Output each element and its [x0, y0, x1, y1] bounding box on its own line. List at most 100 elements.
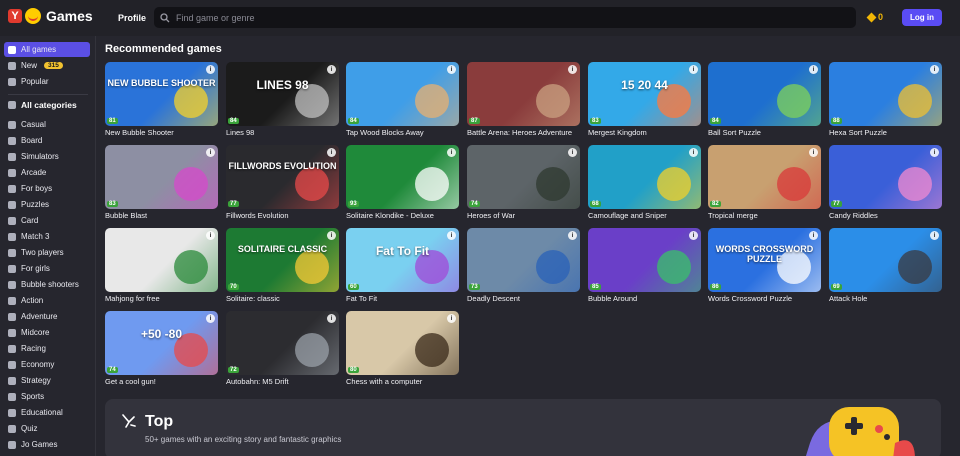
game-card[interactable]: 77 i Candy Riddles — [829, 145, 942, 220]
game-title[interactable]: Get a cool gun! — [105, 377, 218, 386]
sidebar-item-economy[interactable]: Economy — [4, 357, 90, 372]
sidebar-item-new[interactable]: New 315 — [4, 58, 90, 73]
game-thumbnail[interactable]: +50 -80 74 i — [105, 311, 218, 375]
game-title[interactable]: Attack Hole — [829, 294, 942, 303]
game-title[interactable]: Mahjong for free — [105, 294, 218, 303]
game-title[interactable]: Tropical merge — [708, 211, 821, 220]
game-card[interactable]: Fat To Fit 60 i Fat To Fit — [346, 228, 459, 303]
game-thumbnail[interactable]: 82 i — [708, 145, 821, 209]
game-thumbnail[interactable]: NEW BUBBLE SHOOTER 81 i — [105, 62, 218, 126]
game-card[interactable]: 85 i Bubble Around — [588, 228, 701, 303]
info-icon[interactable]: i — [809, 148, 818, 157]
sidebar-item-jo-games[interactable]: Jo Games — [4, 437, 90, 452]
sidebar-item-for-girls[interactable]: For girls — [4, 261, 90, 276]
info-icon[interactable]: i — [447, 314, 456, 323]
sidebar-item-strategy[interactable]: Strategy — [4, 373, 90, 388]
game-title[interactable]: Solitaire Klondike - Deluxe — [346, 211, 459, 220]
sidebar-item-puzzles[interactable]: Puzzles — [4, 197, 90, 212]
sidebar-item-racing[interactable]: Racing — [4, 341, 90, 356]
info-icon[interactable]: i — [206, 65, 215, 74]
game-thumbnail[interactable]: 88 i — [829, 62, 942, 126]
sidebar-item-match-3[interactable]: Match 3 — [4, 229, 90, 244]
game-title[interactable]: Fillwords Evolution — [226, 211, 339, 220]
info-icon[interactable]: i — [930, 65, 939, 74]
profile-link[interactable]: Profile — [118, 13, 146, 23]
game-card[interactable]: 69 i Attack Hole — [829, 228, 942, 303]
game-card[interactable]: 83 i Bubble Blast — [105, 145, 218, 220]
game-card[interactable]: LINES 98 84 i Lines 98 — [226, 62, 339, 137]
sidebar-item-bubble-shooters[interactable]: Bubble shooters — [4, 277, 90, 292]
sidebar-item-arcade[interactable]: Arcade — [4, 165, 90, 180]
game-card[interactable]: WORDS CROSSWORD PUZZLE 86 i Words Crossword… — [708, 228, 821, 303]
search-input[interactable] — [176, 12, 776, 23]
game-card[interactable]: 84 i Tap Wood Blocks Away — [346, 62, 459, 137]
sidebar-item-adventure[interactable]: Adventure — [4, 309, 90, 324]
info-icon[interactable]: i — [568, 65, 577, 74]
game-title[interactable]: Bubble Blast — [105, 211, 218, 220]
game-thumbnail[interactable]: 73 i — [467, 228, 580, 292]
sidebar-categories-heading[interactable]: All categories — [8, 100, 77, 110]
game-card[interactable]: 73 i Deadly Descent — [467, 228, 580, 303]
info-icon[interactable]: i — [809, 231, 818, 240]
game-thumbnail[interactable]: LINES 98 84 i — [226, 62, 339, 126]
info-icon[interactable]: i — [447, 65, 456, 74]
info-icon[interactable]: i — [689, 65, 698, 74]
game-thumbnail[interactable]: 15 20 44 83 i — [588, 62, 701, 126]
game-thumbnail[interactable]: 84 i — [346, 62, 459, 126]
game-thumbnail[interactable]: 85 i — [588, 228, 701, 292]
game-card[interactable]: 74 i Heroes of War — [467, 145, 580, 220]
game-title[interactable]: Hexa Sort Puzzle — [829, 128, 942, 137]
game-card[interactable]: 87 i Battle Arena: Heroes Adventure — [467, 62, 580, 137]
yandex-games-logo[interactable]: Y Games — [8, 8, 93, 24]
sidebar-item-sports[interactable]: Sports — [4, 389, 90, 404]
login-button[interactable]: Log in — [902, 9, 942, 26]
game-card[interactable]: 80 i Chess with a computer — [346, 311, 459, 386]
game-card[interactable]: i Mahjong for free — [105, 228, 218, 303]
top-games-banner[interactable]: Top 50+ games with an exciting story and… — [105, 399, 941, 456]
game-thumbnail[interactable]: 72 i — [226, 311, 339, 375]
game-thumbnail[interactable]: WORDS CROSSWORD PUZZLE 86 i — [708, 228, 821, 292]
game-thumbnail[interactable]: SOLITAIRE CLASSIC 70 i — [226, 228, 339, 292]
search-bar[interactable] — [154, 7, 856, 28]
info-icon[interactable]: i — [206, 148, 215, 157]
sidebar-item-simulators[interactable]: Simulators — [4, 149, 90, 164]
info-icon[interactable]: i — [327, 231, 336, 240]
game-thumbnail[interactable]: 74 i — [467, 145, 580, 209]
game-title[interactable]: Tap Wood Blocks Away — [346, 128, 459, 137]
sidebar-item-two-players[interactable]: Two players — [4, 245, 90, 260]
game-title[interactable]: Ball Sort Puzzle — [708, 128, 821, 137]
info-icon[interactable]: i — [327, 314, 336, 323]
sidebar-item-midcore[interactable]: Midcore — [4, 325, 90, 340]
sidebar-item-for-boys[interactable]: For boys — [4, 181, 90, 196]
game-thumbnail[interactable]: 77 i — [829, 145, 942, 209]
game-title[interactable]: Autobahn: M5 Drift — [226, 377, 339, 386]
info-icon[interactable]: i — [930, 148, 939, 157]
game-thumbnail[interactable]: 69 i — [829, 228, 942, 292]
game-card[interactable]: 84 i Ball Sort Puzzle — [708, 62, 821, 137]
game-card[interactable]: 82 i Tropical merge — [708, 145, 821, 220]
game-title[interactable]: Battle Arena: Heroes Adventure — [467, 128, 580, 137]
sidebar-item-board[interactable]: Board — [4, 133, 90, 148]
sidebar-item-popular[interactable]: Popular — [4, 74, 90, 89]
game-thumbnail[interactable]: FILLWORDS EVOLUTION 77 i — [226, 145, 339, 209]
game-thumbnail[interactable]: 80 i — [346, 311, 459, 375]
game-card[interactable]: 15 20 44 83 i Mergest Kingdom — [588, 62, 701, 137]
sidebar-item-all-games[interactable]: All games — [4, 42, 90, 57]
game-card[interactable]: 68 i Camouflage and Sniper — [588, 145, 701, 220]
info-icon[interactable]: i — [568, 231, 577, 240]
game-card[interactable]: SOLITAIRE CLASSIC 70 i Solitaire: classic — [226, 228, 339, 303]
info-icon[interactable]: i — [206, 231, 215, 240]
game-card[interactable]: +50 -80 74 i Get a cool gun! — [105, 311, 218, 386]
info-icon[interactable]: i — [206, 314, 215, 323]
game-thumbnail[interactable]: 93 i — [346, 145, 459, 209]
game-title[interactable]: Deadly Descent — [467, 294, 580, 303]
sidebar-item-quiz[interactable]: Quiz — [4, 421, 90, 436]
game-thumbnail[interactable]: 83 i — [105, 145, 218, 209]
game-title[interactable]: Bubble Around — [588, 294, 701, 303]
game-thumbnail[interactable]: Fat To Fit 60 i — [346, 228, 459, 292]
info-icon[interactable]: i — [809, 65, 818, 74]
info-icon[interactable]: i — [447, 148, 456, 157]
game-card[interactable]: NEW BUBBLE SHOOTER 81 i New Bubble Shooter — [105, 62, 218, 137]
game-thumbnail[interactable]: i — [105, 228, 218, 292]
info-icon[interactable]: i — [930, 231, 939, 240]
